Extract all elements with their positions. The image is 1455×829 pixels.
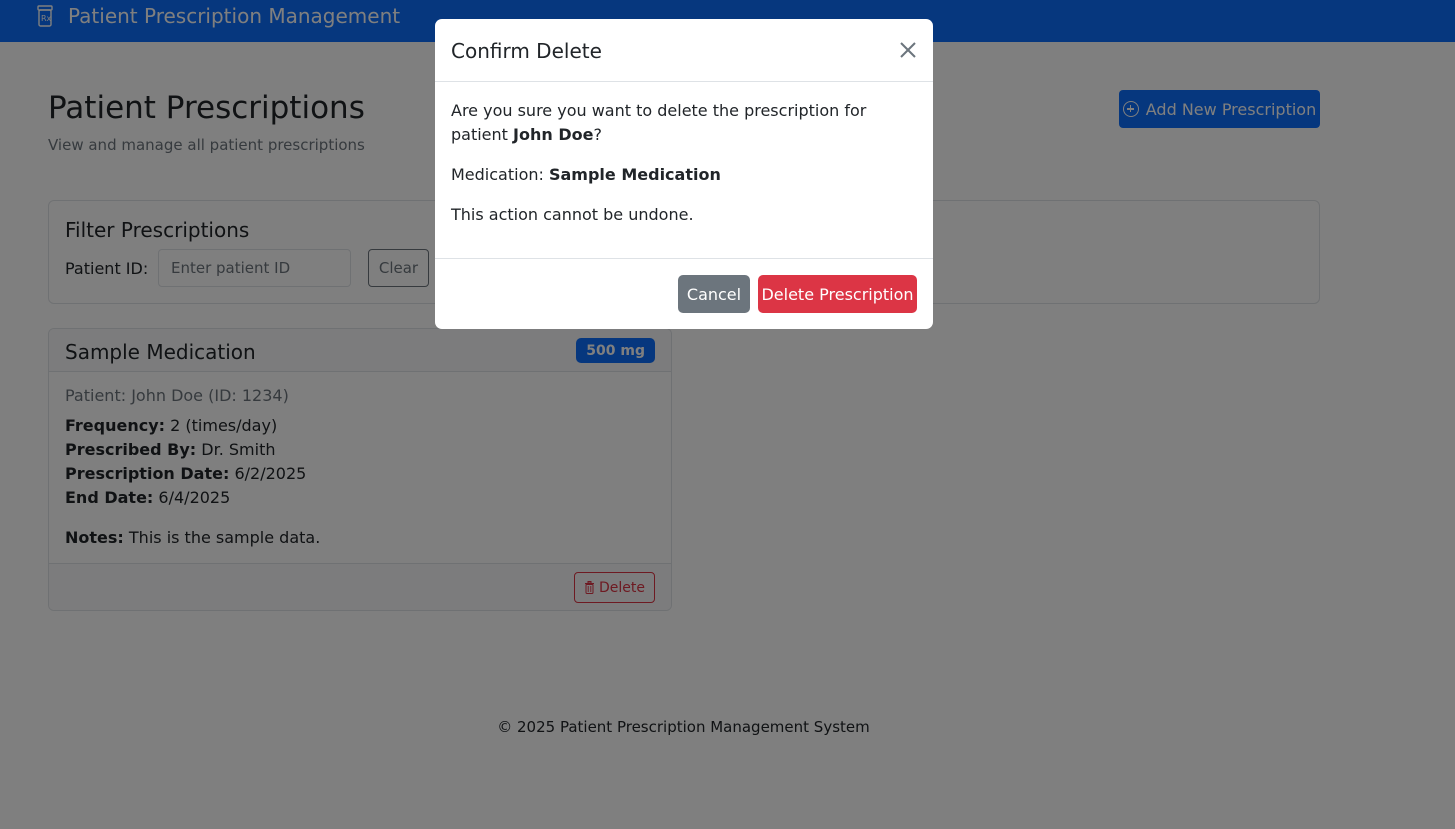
medication-line: Medication: Sample Medication bbox=[451, 163, 917, 187]
modal-body: Are you sure you want to delete the pres… bbox=[435, 82, 933, 227]
modal-footer: Cancel Delete Prescription bbox=[435, 258, 933, 329]
close-icon[interactable] bbox=[899, 41, 917, 59]
modal-header: Confirm Delete bbox=[435, 19, 933, 82]
confirm-delete-modal: Confirm Delete Are you sure you want to … bbox=[435, 19, 933, 329]
question-suffix: ? bbox=[593, 125, 602, 144]
delete-question: Are you sure you want to delete the pres… bbox=[451, 99, 917, 147]
patient-name: John Doe bbox=[513, 125, 594, 144]
medication-value: Sample Medication bbox=[548, 165, 721, 184]
medication-label: Medication: bbox=[451, 165, 549, 184]
warning-text: This action cannot be undone. bbox=[451, 205, 694, 224]
modal-title: Confirm Delete bbox=[451, 39, 602, 63]
delete-prescription-confirm-button[interactable]: Delete Prescription bbox=[758, 275, 917, 313]
cancel-button[interactable]: Cancel bbox=[678, 275, 750, 313]
